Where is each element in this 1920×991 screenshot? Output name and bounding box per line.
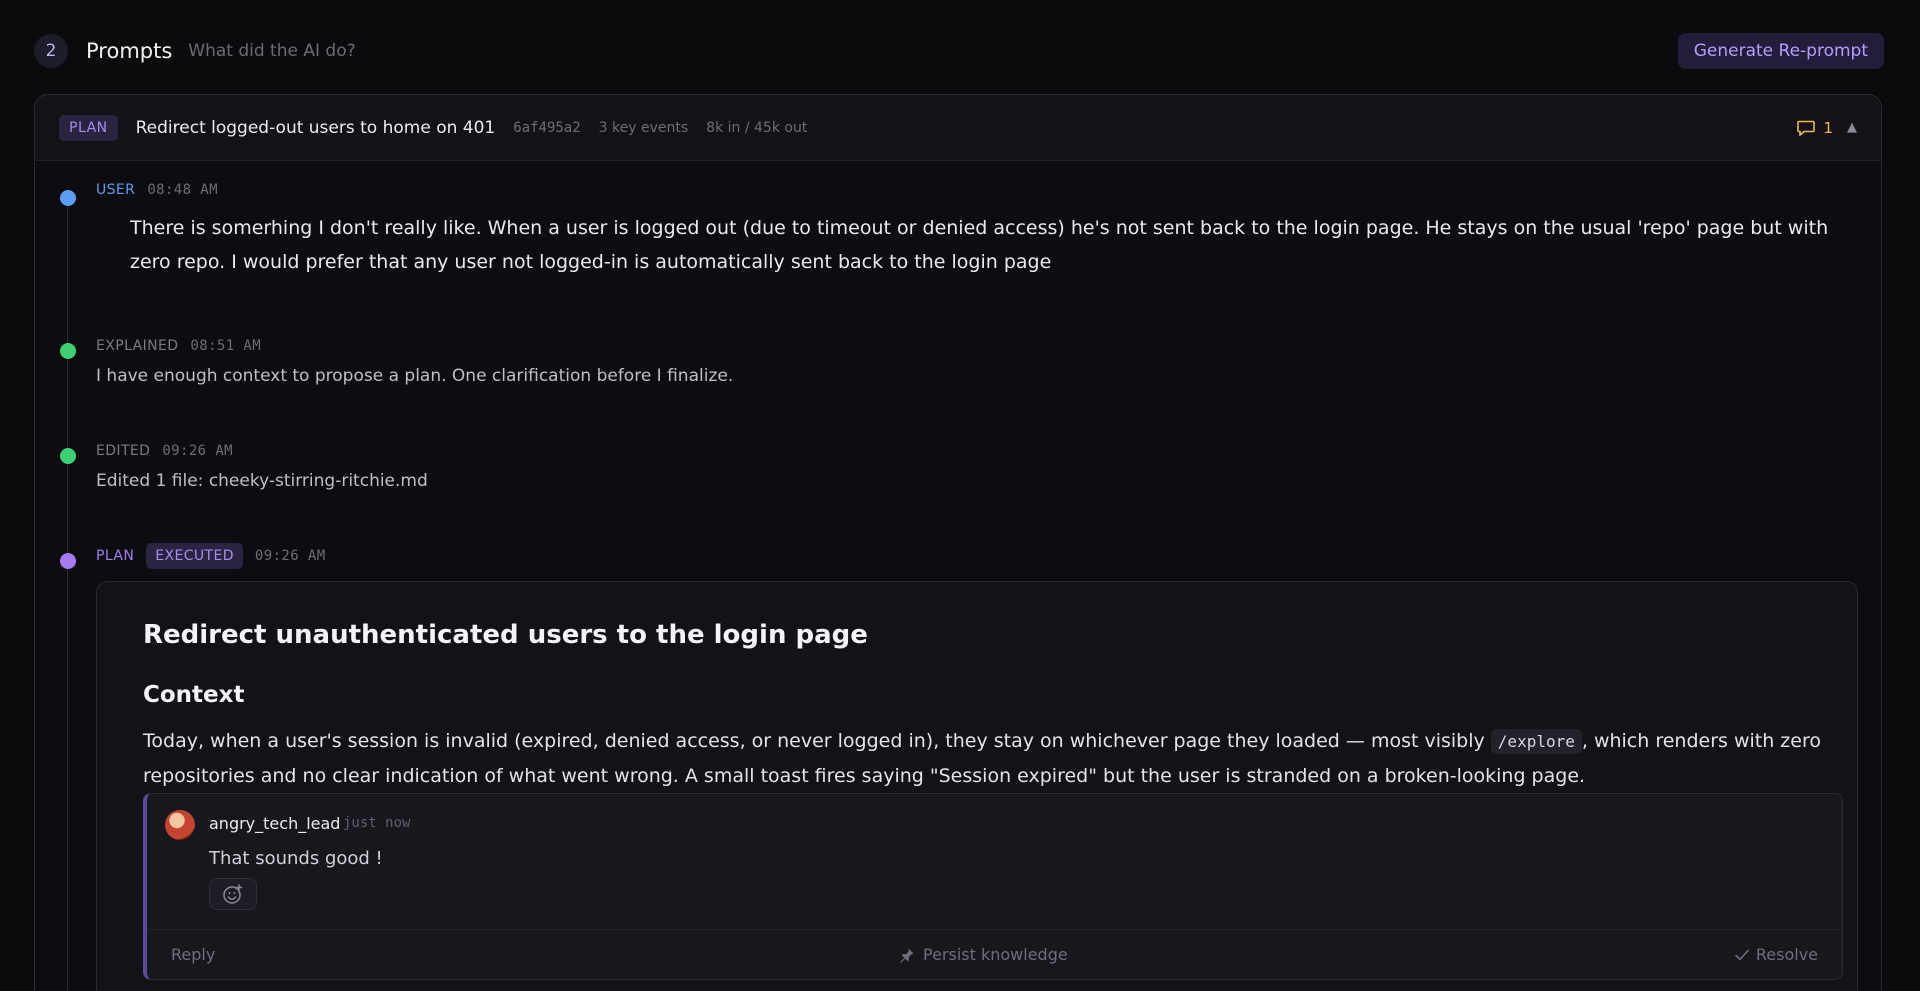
event-label: EXPLAINED [96, 338, 179, 354]
event-time: 09:26 AM [162, 443, 233, 459]
plan-document: Redirect unauthenticated users to the lo… [96, 581, 1858, 991]
event-time: 09:26 AM [254, 548, 326, 564]
explained-event-header: EXPLAINED 08:51 AM [96, 338, 261, 354]
plan-heading: Redirect unauthenticated users to the lo… [143, 620, 868, 650]
avatar [165, 810, 195, 840]
event-label: USER [96, 182, 136, 198]
paragraph-text: Today, when a user's session is invalid … [143, 730, 1491, 752]
comment-time: just now [343, 815, 411, 831]
event-time: 08:48 AM [147, 182, 218, 198]
check-icon [1735, 949, 1749, 960]
comment-author: angry_tech_lead [209, 814, 341, 833]
user-message: There is somerhing I don't really like. … [130, 217, 1829, 273]
comment-count[interactable]: 1 [1823, 119, 1833, 137]
section-header: 2 Prompts What did the AI do? Generate R… [34, 32, 1884, 70]
comment-footer: Reply Persist knowledge Resolve [147, 929, 1842, 979]
event-label: PLAN [96, 548, 135, 564]
step-number-badge: 2 [34, 34, 68, 68]
comment-icon[interactable] [1797, 120, 1816, 136]
timeline-line [67, 200, 68, 991]
prompt-card-header[interactable]: PLAN Redirect logged-out users to home o… [35, 95, 1881, 161]
plan-event-header: PLAN EXECUTED 09:26 AM [96, 543, 326, 569]
plan-event-dot [60, 553, 76, 569]
pin-icon [900, 948, 914, 963]
edited-event-dot [60, 448, 76, 464]
comment-body: That sounds good ! [209, 848, 383, 869]
section-subtitle: What did the AI do? [188, 41, 356, 61]
user-event-dot [60, 190, 76, 206]
resolve-button[interactable]: Resolve [1735, 945, 1818, 964]
plan-paragraph: Today, when a user's session is invalid … [143, 724, 1833, 793]
explained-text: I have enough context to propose a plan.… [96, 366, 734, 386]
user-event-header: USER 08:48 AM [96, 182, 218, 198]
explained-event-dot [60, 343, 76, 359]
commit-hash: 6af495a2 [513, 119, 581, 136]
plan-tag: PLAN [59, 114, 118, 141]
generate-reprompt-button[interactable]: Generate Re-prompt [1677, 33, 1884, 69]
resolve-label: Resolve [1755, 945, 1818, 964]
executed-badge: EXECUTED [146, 543, 243, 569]
add-reaction-button[interactable] [209, 878, 257, 910]
smiley-add-icon [223, 884, 243, 904]
reply-button[interactable]: Reply [171, 945, 215, 964]
edited-text: Edited 1 file: cheeky-stirring-ritchie.m… [96, 471, 428, 491]
token-usage: 8k in / 45k out [706, 119, 808, 136]
collapse-chevron-icon[interactable]: ▲ [1847, 120, 1857, 135]
card-header-actions: 1 ▲ [1797, 119, 1857, 137]
prompt-title: Redirect logged-out users to home on 401 [135, 117, 496, 138]
persist-knowledge-button[interactable]: Persist knowledge [899, 945, 1068, 964]
comment-thread: angry_tech_lead just now That sounds goo… [143, 793, 1843, 980]
event-time: 08:51 AM [190, 338, 262, 354]
inline-code: /explore [1490, 729, 1582, 754]
plan-subheading-context: Context [143, 682, 245, 708]
section-title: Prompts [86, 39, 173, 63]
edited-event-header: EDITED 09:26 AM [96, 443, 233, 459]
event-label: EDITED [96, 443, 151, 459]
key-events-count: 3 key events [598, 119, 689, 136]
persist-knowledge-label: Persist knowledge [923, 945, 1068, 964]
